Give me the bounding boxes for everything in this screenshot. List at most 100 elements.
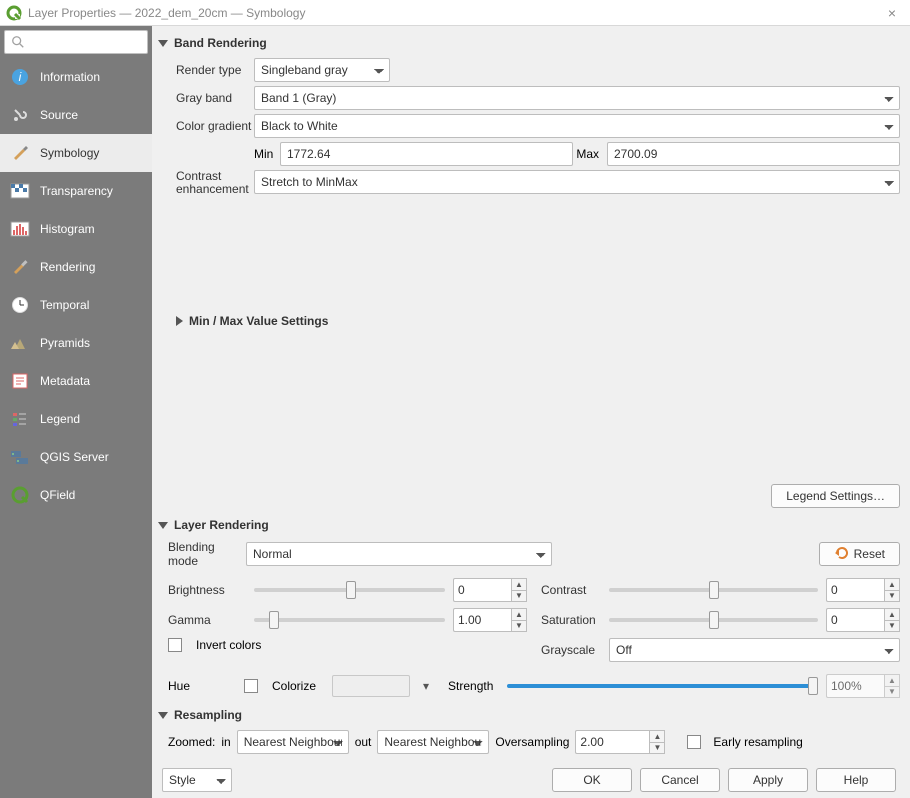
sidebar-item-transparency[interactable]: Transparency [0,172,152,210]
svg-text:i: i [19,70,22,84]
sidebar-item-metadata[interactable]: Metadata [0,362,152,400]
strength-spinner[interactable]: ▲▼ [826,674,900,698]
legend-icon [10,409,30,429]
contrast-label: Contrast [541,583,601,597]
sidebar-item-label: Pyramids [40,336,90,350]
pyramids-icon [10,333,30,353]
strength-slider[interactable] [507,684,818,688]
gamma-label: Gamma [168,613,246,627]
colorize-checkbox[interactable] [244,679,258,693]
gray-band-label: Gray band [176,91,254,105]
paintbrush-icon [10,257,30,277]
sidebar-item-qgis-server[interactable]: QGIS Server [0,438,152,476]
sidebar-item-label: Information [40,70,100,84]
color-gradient-select[interactable]: Black to White [254,114,900,138]
ok-button[interactable]: OK [552,768,632,792]
max-input[interactable] [607,142,900,166]
hue-label: Hue [168,679,236,693]
zoomed-label: Zoomed: [168,735,215,749]
legend-settings-button[interactable]: Legend Settings… [771,484,900,508]
help-button[interactable]: Help [816,768,896,792]
sidebar-item-qfield[interactable]: QField [0,476,152,514]
brush-icon [10,143,30,163]
saturation-label: Saturation [541,613,601,627]
minmax-settings-header[interactable]: Min / Max Value Settings [158,310,900,332]
oversampling-label: Oversampling [495,735,569,749]
early-resampling-checkbox[interactable] [687,735,701,749]
saturation-spinner[interactable]: ▲▼ [826,608,900,632]
sidebar-item-label: QGIS Server [40,450,109,464]
qgis-logo-icon [6,5,22,21]
sidebar-item-symbology[interactable]: Symbology [0,134,152,172]
brightness-slider[interactable] [254,588,445,592]
sidebar-item-pyramids[interactable]: Pyramids [0,324,152,362]
expand-icon [176,316,183,326]
oversampling-spinner[interactable]: ▲▼ [575,730,665,754]
search-input[interactable] [4,30,148,54]
transparency-icon [10,181,30,201]
color-dropdown-icon[interactable]: ▾ [418,679,434,693]
zoomed-in-select[interactable]: Nearest Neighbour [237,730,349,754]
sidebar-item-legend[interactable]: Legend [0,400,152,438]
contrast-slider[interactable] [609,588,818,592]
sidebar-item-label: Histogram [40,222,95,236]
blending-mode-select[interactable]: Normal [246,542,552,566]
histogram-icon [10,219,30,239]
apply-button[interactable]: Apply [728,768,808,792]
sidebar-item-label: QField [40,488,75,502]
min-input[interactable] [280,142,573,166]
brightness-spinner[interactable]: ▲▼ [453,578,527,602]
brightness-label: Brightness [168,583,246,597]
sidebar-item-temporal[interactable]: Temporal [0,286,152,324]
sidebar-item-histogram[interactable]: Histogram [0,210,152,248]
strength-label: Strength [448,679,493,693]
sidebar-item-label: Symbology [40,146,99,160]
collapse-icon [158,40,168,47]
layer-rendering-header[interactable]: Layer Rendering [158,514,900,536]
gray-band-select[interactable]: Band 1 (Gray) [254,86,900,110]
zoomed-out-label: out [355,735,372,749]
reset-button[interactable]: Reset [819,542,900,566]
band-rendering-header[interactable]: Band Rendering [158,32,900,54]
collapse-icon [158,712,168,719]
sidebar-item-label: Metadata [40,374,90,388]
grayscale-select[interactable]: Off [609,638,900,662]
info-icon: i [10,67,30,87]
max-label: Max [573,147,607,161]
gamma-slider[interactable] [254,618,445,622]
sidebar-item-label: Temporal [40,298,89,312]
server-icon [10,447,30,467]
wrench-icon [10,105,30,125]
sidebar-item-information[interactable]: i Information [0,58,152,96]
metadata-icon [10,371,30,391]
qfield-icon [10,485,30,505]
window-title: Layer Properties — 2022_dem_20cm — Symbo… [28,6,305,20]
render-type-select[interactable]: Singleband gray [254,58,390,82]
collapse-icon [158,522,168,529]
gamma-spinner[interactable]: ▲▼ [453,608,527,632]
sidebar-item-label: Source [40,108,78,122]
sidebar-item-source[interactable]: Source [0,96,152,134]
style-button[interactable]: Style [162,768,232,792]
close-icon[interactable]: × [880,5,904,21]
saturation-slider[interactable] [609,618,818,622]
dialog-buttons: Style OK Cancel Apply Help [158,762,900,798]
sidebar-item-rendering[interactable]: Rendering [0,248,152,286]
resampling-header[interactable]: Resampling [158,704,900,726]
sidebar-item-label: Transparency [40,184,113,198]
undo-icon [834,546,848,563]
contrast-enhancement-select[interactable]: Stretch to MinMax [254,170,900,194]
grayscale-label: Grayscale [541,643,601,657]
contrast-spinner[interactable]: ▲▼ [826,578,900,602]
colorize-label: Colorize [272,679,316,693]
cancel-button[interactable]: Cancel [640,768,720,792]
zoomed-in-label: in [221,735,230,749]
sidebar: i Information Source Symbology Transpare… [0,26,152,798]
content-panel: Band Rendering Render type Singleband gr… [152,26,910,798]
color-gradient-label: Color gradient [176,119,254,133]
zoomed-out-select[interactable]: Nearest Neighbour [377,730,489,754]
invert-colors-checkbox[interactable] [168,638,182,652]
blending-mode-label: Blending mode [168,540,246,568]
colorize-color-button[interactable] [332,675,410,697]
layer-properties-window: Layer Properties — 2022_dem_20cm — Symbo… [0,0,910,798]
